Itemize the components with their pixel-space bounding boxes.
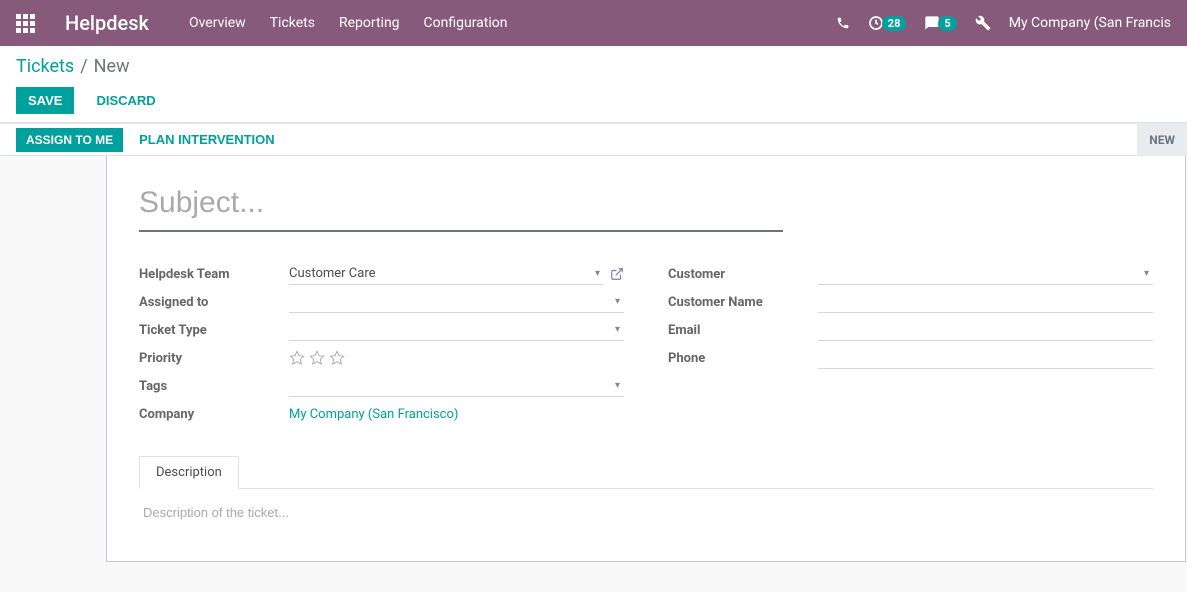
discard-button[interactable]: Discard bbox=[84, 87, 167, 114]
value-helpdesk-team: Customer Care bbox=[289, 266, 591, 281]
label-customer-name: Customer Name bbox=[668, 291, 818, 314]
breadcrumb-tickets[interactable]: Tickets bbox=[16, 56, 74, 77]
value-company[interactable]: My Company (San Francisco) bbox=[289, 407, 458, 422]
chevron-down-icon[interactable]: ▾ bbox=[611, 296, 624, 307]
star-3[interactable] bbox=[329, 350, 345, 366]
stage-new[interactable]: NEW bbox=[1137, 123, 1187, 156]
field-email[interactable] bbox=[818, 319, 1153, 341]
tab-description[interactable]: Description bbox=[139, 456, 239, 489]
phone-icon[interactable] bbox=[836, 16, 850, 30]
star-2[interactable] bbox=[309, 350, 325, 366]
activity-badge: 28 bbox=[882, 16, 907, 31]
nav-overview[interactable]: Overview bbox=[189, 15, 246, 31]
breadcrumb-sep: / bbox=[80, 56, 87, 77]
breadcrumb-current: New bbox=[94, 56, 130, 77]
chevron-down-icon[interactable]: ▾ bbox=[591, 268, 604, 279]
label-tags: Tags bbox=[139, 375, 289, 398]
subject-input[interactable] bbox=[139, 180, 783, 232]
form-columns: Helpdesk Team Customer Care ▾ Assigned t… bbox=[139, 260, 1153, 428]
field-customer[interactable]: ▾ bbox=[818, 263, 1153, 285]
breadcrumb: Tickets / New bbox=[16, 56, 1171, 77]
save-button[interactable]: Save bbox=[16, 87, 74, 114]
nav-right: 28 5 My Company (San Francis bbox=[836, 15, 1171, 31]
activity-icon[interactable]: 28 bbox=[868, 15, 907, 31]
discuss-badge: 5 bbox=[938, 16, 956, 31]
chevron-down-icon[interactable]: ▾ bbox=[611, 324, 624, 335]
debug-icon[interactable] bbox=[975, 15, 991, 31]
buttons-row: Save Discard bbox=[16, 87, 1171, 114]
star-1[interactable] bbox=[289, 350, 305, 366]
nav-links: Overview Tickets Reporting Configuration bbox=[189, 15, 508, 31]
label-priority: Priority bbox=[139, 347, 289, 370]
field-helpdesk-team[interactable]: Customer Care ▾ bbox=[289, 263, 604, 285]
company-selector[interactable]: My Company (San Francis bbox=[1009, 15, 1171, 31]
field-assigned-to[interactable]: ▾ bbox=[289, 291, 624, 313]
label-email: Email bbox=[668, 319, 818, 342]
label-helpdesk-team: Helpdesk Team bbox=[139, 263, 289, 286]
chevron-down-icon[interactable]: ▾ bbox=[611, 380, 624, 391]
label-company: Company bbox=[139, 403, 289, 426]
field-customer-name[interactable] bbox=[818, 291, 1153, 313]
app-brand[interactable]: Helpdesk bbox=[65, 11, 149, 35]
nav-reporting[interactable]: Reporting bbox=[339, 15, 400, 31]
field-phone[interactable] bbox=[818, 347, 1153, 369]
form-container: Helpdesk Team Customer Care ▾ Assigned t… bbox=[0, 156, 1187, 592]
external-link-icon[interactable] bbox=[610, 267, 624, 281]
form-col-right: Customer ▾ Customer Name Email Phone bbox=[668, 260, 1153, 428]
apps-icon[interactable] bbox=[16, 14, 35, 33]
label-assigned-to: Assigned to bbox=[139, 291, 289, 314]
nav-tickets[interactable]: Tickets bbox=[270, 15, 315, 31]
field-priority bbox=[289, 347, 624, 369]
assign-to-me-button[interactable]: Assign to Me bbox=[16, 128, 123, 152]
label-ticket-type: Ticket Type bbox=[139, 319, 289, 342]
field-company: My Company (San Francisco) bbox=[289, 403, 624, 425]
plan-intervention-button[interactable]: Plan Intervention bbox=[129, 127, 285, 152]
tab-content-description bbox=[139, 489, 1153, 537]
label-phone: Phone bbox=[668, 347, 818, 370]
field-tags[interactable]: ▾ bbox=[289, 375, 624, 397]
form-col-left: Helpdesk Team Customer Care ▾ Assigned t… bbox=[139, 260, 624, 428]
status-bar: Assign to Me Plan Intervention NEW bbox=[0, 123, 1187, 156]
nav-configuration[interactable]: Configuration bbox=[424, 15, 508, 31]
chevron-down-icon[interactable]: ▾ bbox=[1140, 268, 1153, 279]
form-sheet: Helpdesk Team Customer Care ▾ Assigned t… bbox=[106, 156, 1186, 562]
main-navbar: Helpdesk Overview Tickets Reporting Conf… bbox=[0, 0, 1187, 46]
label-customer: Customer bbox=[668, 263, 818, 286]
description-input[interactable] bbox=[143, 505, 1149, 520]
control-panel: Tickets / New Save Discard bbox=[0, 46, 1187, 123]
tabs: Description bbox=[139, 456, 1153, 489]
field-ticket-type[interactable]: ▾ bbox=[289, 319, 624, 341]
discuss-icon[interactable]: 5 bbox=[924, 15, 956, 31]
